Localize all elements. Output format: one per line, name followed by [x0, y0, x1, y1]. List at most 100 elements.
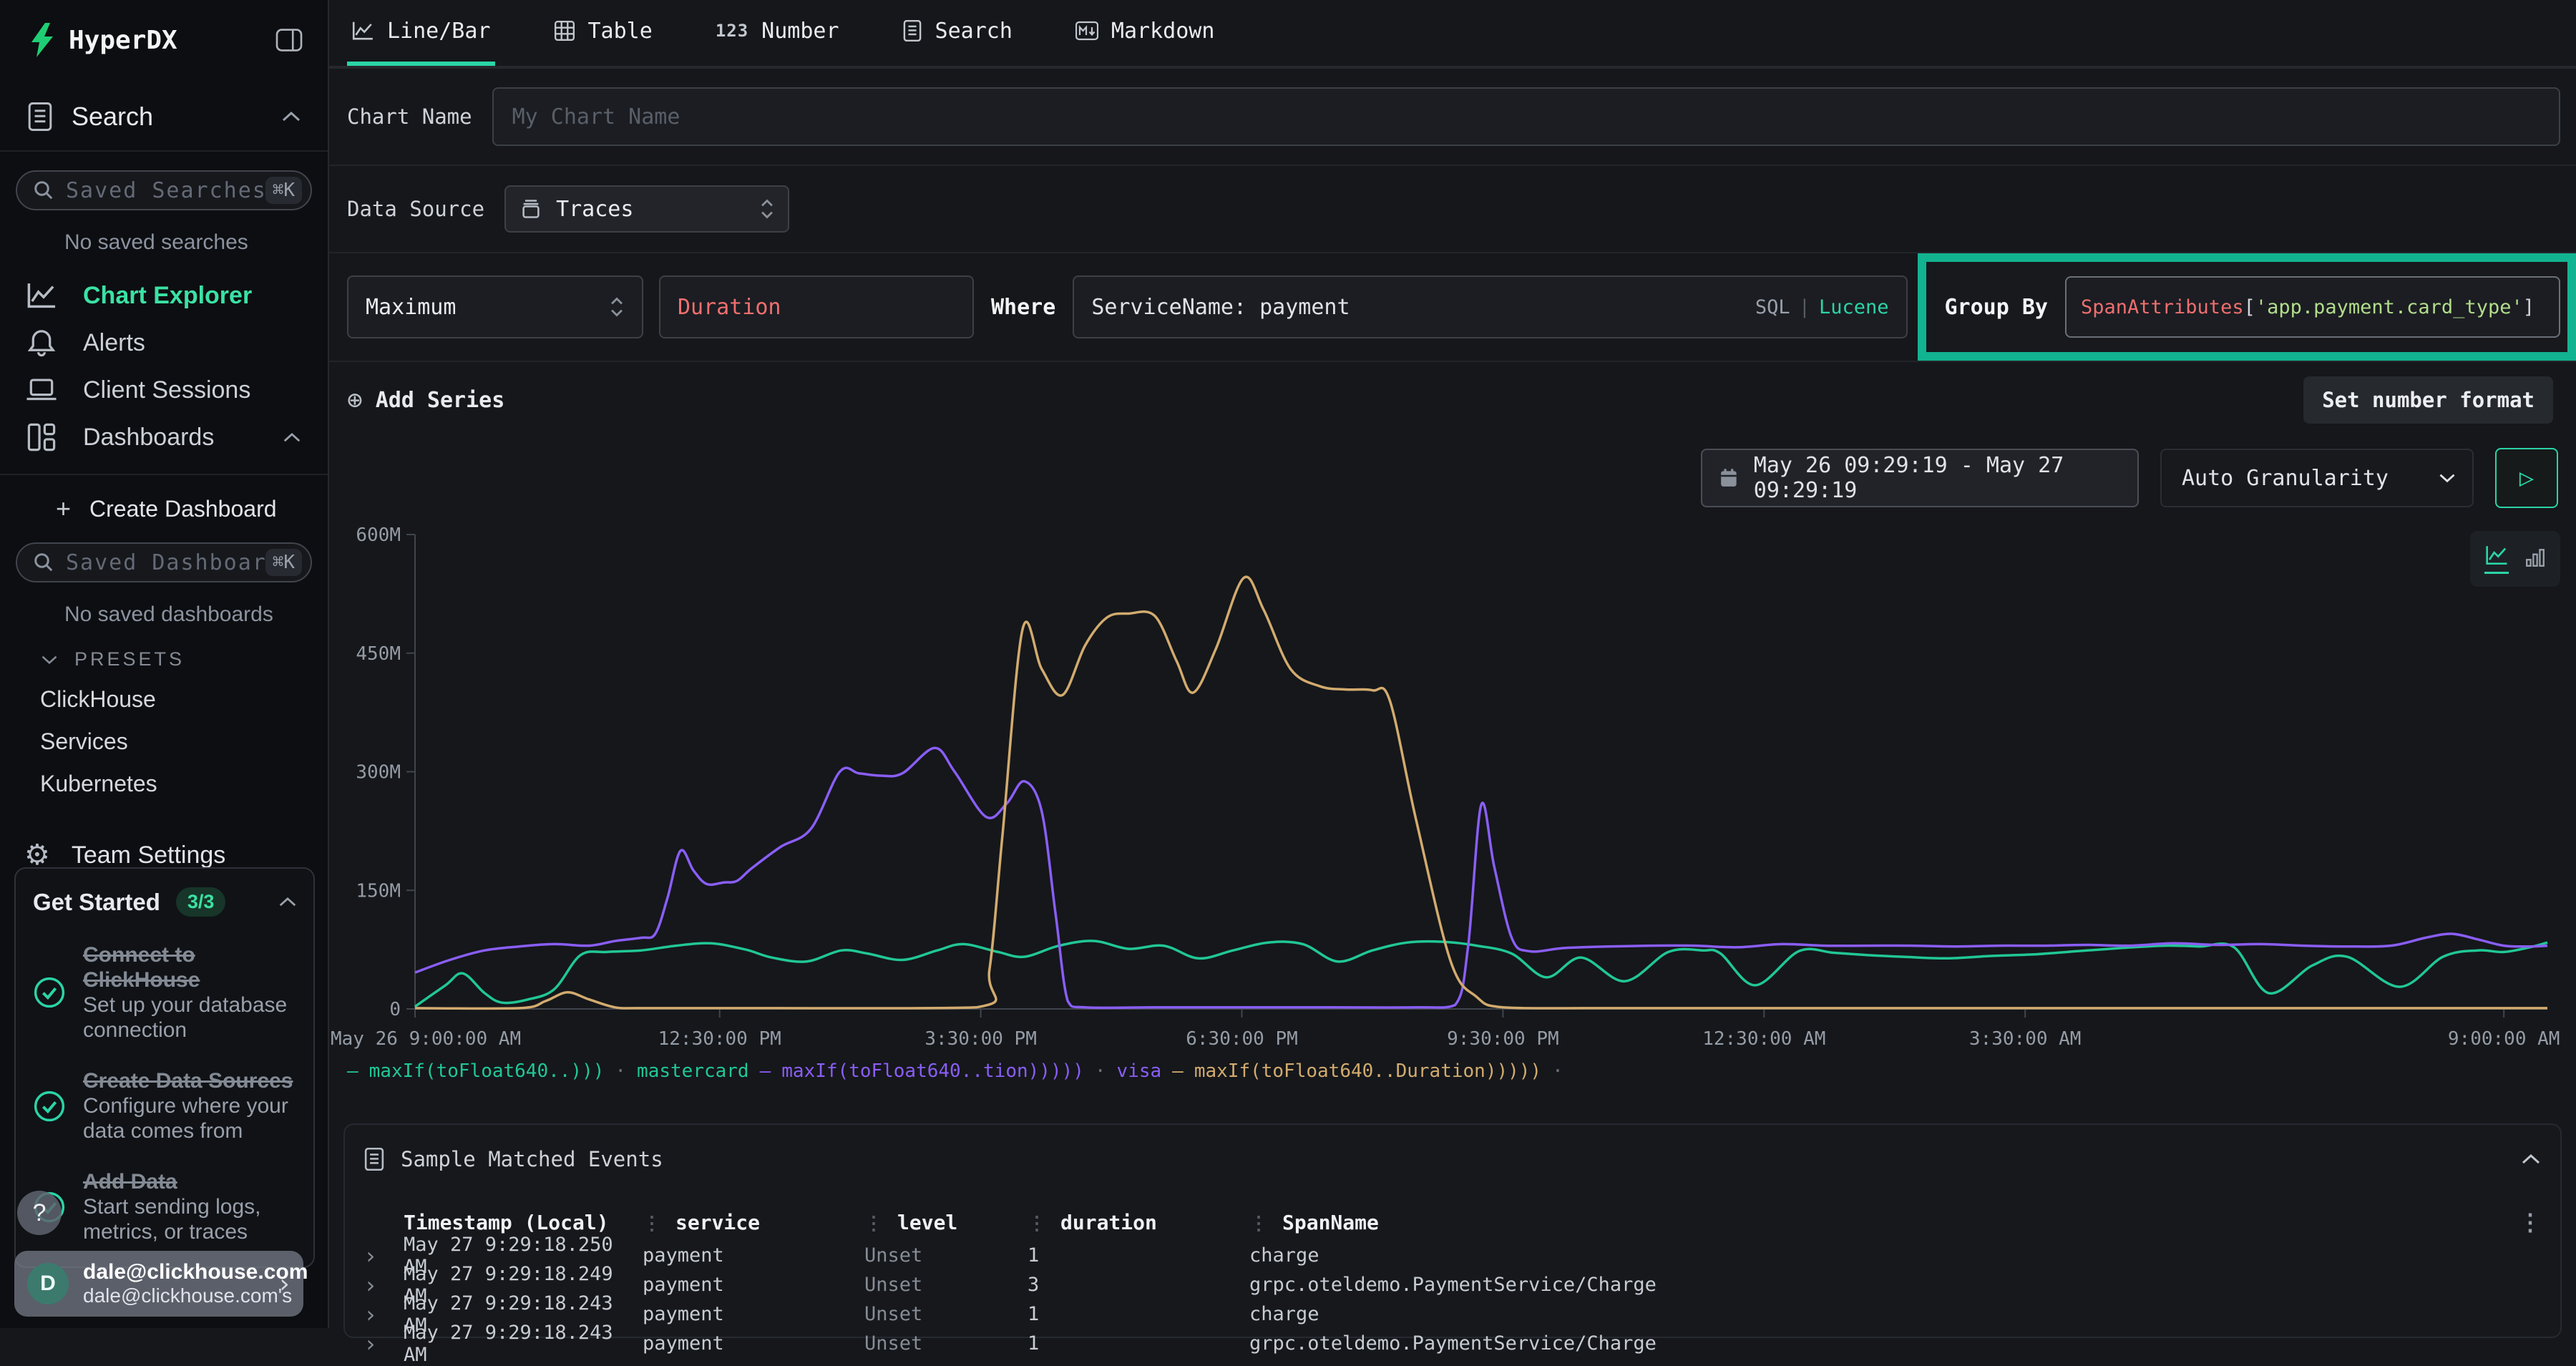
column-header-service[interactable]: ⋮service	[643, 1211, 864, 1234]
line-chart-icon	[351, 20, 374, 42]
tab-markdown[interactable]: Markdown	[1071, 0, 1219, 66]
tab-label: Search	[935, 19, 1013, 44]
chevron-up-icon[interactable]	[280, 110, 302, 123]
legend-part[interactable]: —	[1172, 1060, 1184, 1082]
user-menu[interactable]: D dale@clickhouse.com dale@clickhouse.co…	[14, 1251, 303, 1317]
get-started-item[interactable]: Create Data Sources Configure where your…	[33, 1068, 298, 1143]
step-desc: Set up your database connection	[83, 992, 298, 1043]
column-drag-icon[interactable]: ⋮	[864, 1213, 883, 1234]
cell-duration: 1	[1028, 1244, 1249, 1267]
legend-part[interactable]: maxIf(toFloat640..tion)))))	[781, 1060, 1084, 1082]
row-expand-icon[interactable]: ›	[364, 1330, 404, 1357]
sidebar-item-alerts[interactable]: Alerts	[0, 319, 328, 366]
group-by-input[interactable]: SpanAttributes['app.payment.card_type']	[2065, 276, 2560, 338]
legend-part[interactable]: ·	[1552, 1060, 1563, 1082]
markdown-icon	[1075, 21, 1098, 41]
sidebar-section-search[interactable]: Search	[0, 80, 328, 150]
sidebar-item-chart-explorer[interactable]: Chart Explorer	[0, 272, 328, 319]
sidebar-item-dashboards[interactable]: Dashboards	[0, 414, 328, 461]
legend-part[interactable]: maxIf(toFloat640..)))	[369, 1060, 605, 1082]
create-dashboard-button[interactable]: + Create Dashboard	[0, 475, 328, 524]
column-drag-icon[interactable]: ⋮	[1249, 1213, 1268, 1234]
lucene-toggle[interactable]: Lucene	[1819, 296, 1889, 318]
chevron-right-icon: ›	[276, 1269, 292, 1299]
legend-part[interactable]: maxIf(toFloat640..Duration)))))	[1194, 1060, 1541, 1082]
column-header-level[interactable]: ⋮level	[864, 1211, 1028, 1234]
row-expand-icon[interactable]: ›	[364, 1272, 404, 1299]
legend-part[interactable]: visa	[1117, 1060, 1162, 1082]
line-chart-toggle[interactable]	[2484, 545, 2509, 574]
column-drag-icon[interactable]: ⋮	[643, 1213, 661, 1234]
tab-line-bar[interactable]: Line/Bar	[347, 0, 495, 66]
cmdk-shortcut: ⌘K	[265, 549, 302, 576]
preset-kubernetes[interactable]: Kubernetes	[0, 755, 328, 797]
sidebar-item-client-sessions[interactable]: Client Sessions	[0, 366, 328, 414]
circle-plus-icon: ⊕	[347, 386, 363, 415]
presets-toggle[interactable]: PRESETS	[0, 627, 328, 670]
granularity-select[interactable]: Auto Granularity	[2160, 449, 2474, 507]
chart-name-input[interactable]	[492, 87, 2560, 146]
traces-source-icon	[520, 198, 542, 220]
event-row[interactable]: › May 27 9:29:18.243 AM payment Unset 1 …	[364, 1329, 2542, 1358]
preset-services[interactable]: Services	[0, 713, 328, 755]
legend-part[interactable]: ·	[1095, 1060, 1106, 1082]
legend-part[interactable]: —	[760, 1060, 771, 1082]
legend-part[interactable]: mastercard	[637, 1060, 749, 1082]
get-started-item[interactable]: Add Data Start sending logs, metrics, or…	[33, 1169, 298, 1244]
help-button[interactable]: ?	[17, 1191, 62, 1235]
get-started-item[interactable]: Connect to ClickHouse Set up your databa…	[33, 942, 298, 1043]
row-expand-icon[interactable]: ›	[364, 1301, 404, 1328]
chevron-up-icon[interactable]	[282, 431, 302, 444]
no-saved-dashboards-text: No saved dashboards	[0, 582, 328, 627]
line-chart-icon	[2484, 545, 2509, 566]
cell-duration: 1	[1028, 1303, 1249, 1325]
preset-clickhouse[interactable]: ClickHouse	[0, 670, 328, 713]
field-input[interactable]: Duration	[659, 275, 974, 338]
team-settings-item[interactable]: ⚙ Team Settings	[0, 797, 328, 872]
event-row[interactable]: › May 27 9:29:18.249 AM payment Unset 3 …	[364, 1270, 2542, 1299]
saved-searches-input[interactable]	[66, 178, 265, 203]
event-row[interactable]: › May 27 9:29:18.243 AM payment Unset 1 …	[364, 1299, 2542, 1329]
app-title: HyperDX	[69, 26, 275, 55]
team-settings-label: Team Settings	[72, 841, 225, 869]
chart-display-toggle	[2470, 531, 2560, 587]
sql-toggle[interactable]: SQL	[1755, 296, 1790, 318]
column-header-timestamp[interactable]: Timestamp (Local)	[404, 1211, 643, 1234]
set-number-format-button[interactable]: Set number format	[2303, 376, 2553, 424]
where-input[interactable]: ServiceName: payment SQL|Lucene	[1073, 275, 1907, 338]
saved-dashboards-input[interactable]	[66, 550, 265, 575]
column-header-duration[interactable]: ⋮duration	[1028, 1211, 1249, 1234]
plus-icon: +	[56, 494, 71, 524]
chevron-up-icon[interactable]	[278, 896, 298, 908]
tab-table[interactable]: Table	[550, 0, 657, 66]
column-drag-icon[interactable]: ⋮	[1028, 1213, 1046, 1234]
timeseries-chart[interactable]: 0150M300M450M600MMay 26 9:00:00 AM12:30:…	[329, 526, 2576, 1059]
group-by-highlight: Group By SpanAttributes['app.payment.car…	[1918, 253, 2576, 361]
group-by-argument: 'app.payment.card_type'	[2255, 296, 2523, 318]
data-source-select[interactable]: Traces	[504, 185, 789, 233]
run-query-button[interactable]: ▷	[2495, 448, 2558, 508]
check-circle-icon	[33, 976, 66, 1009]
data-source-label: Data Source	[347, 197, 484, 221]
cell-duration: 3	[1028, 1274, 1249, 1296]
collapse-sidebar-icon[interactable]	[275, 28, 303, 52]
legend-part[interactable]: ·	[615, 1060, 626, 1082]
cell-service: payment	[643, 1244, 864, 1267]
aggregation-select[interactable]: Maximum	[347, 275, 643, 338]
add-series-button[interactable]: ⊕ Add Series	[347, 386, 504, 415]
legend-part[interactable]: —	[347, 1060, 358, 1082]
column-header-spanname[interactable]: ⋮SpanName	[1249, 1211, 2519, 1234]
saved-dashboards-search[interactable]: ⌘K	[16, 542, 312, 582]
row-expand-icon[interactable]: ›	[364, 1242, 404, 1269]
event-row[interactable]: › May 27 9:29:18.250 AM payment Unset 1 …	[364, 1241, 2542, 1270]
kebab-menu-icon[interactable]: ⋮	[2519, 1209, 2542, 1236]
tab-label: Table	[588, 19, 653, 44]
tab-number[interactable]: 123 Number	[711, 0, 844, 66]
tab-search[interactable]: Search	[898, 0, 1017, 66]
chart-legend[interactable]: — maxIf(toFloat640..))) · mastercard — maxIf(…	[347, 1060, 1563, 1082]
divider: |	[1790, 296, 1819, 318]
bar-chart-toggle[interactable]	[2524, 547, 2546, 571]
saved-searches-search[interactable]: ⌘K	[16, 170, 312, 210]
chevron-up-icon[interactable]	[2520, 1153, 2542, 1166]
date-range-picker[interactable]: May 26 09:29:19 - May 27 09:29:19	[1701, 449, 2139, 507]
